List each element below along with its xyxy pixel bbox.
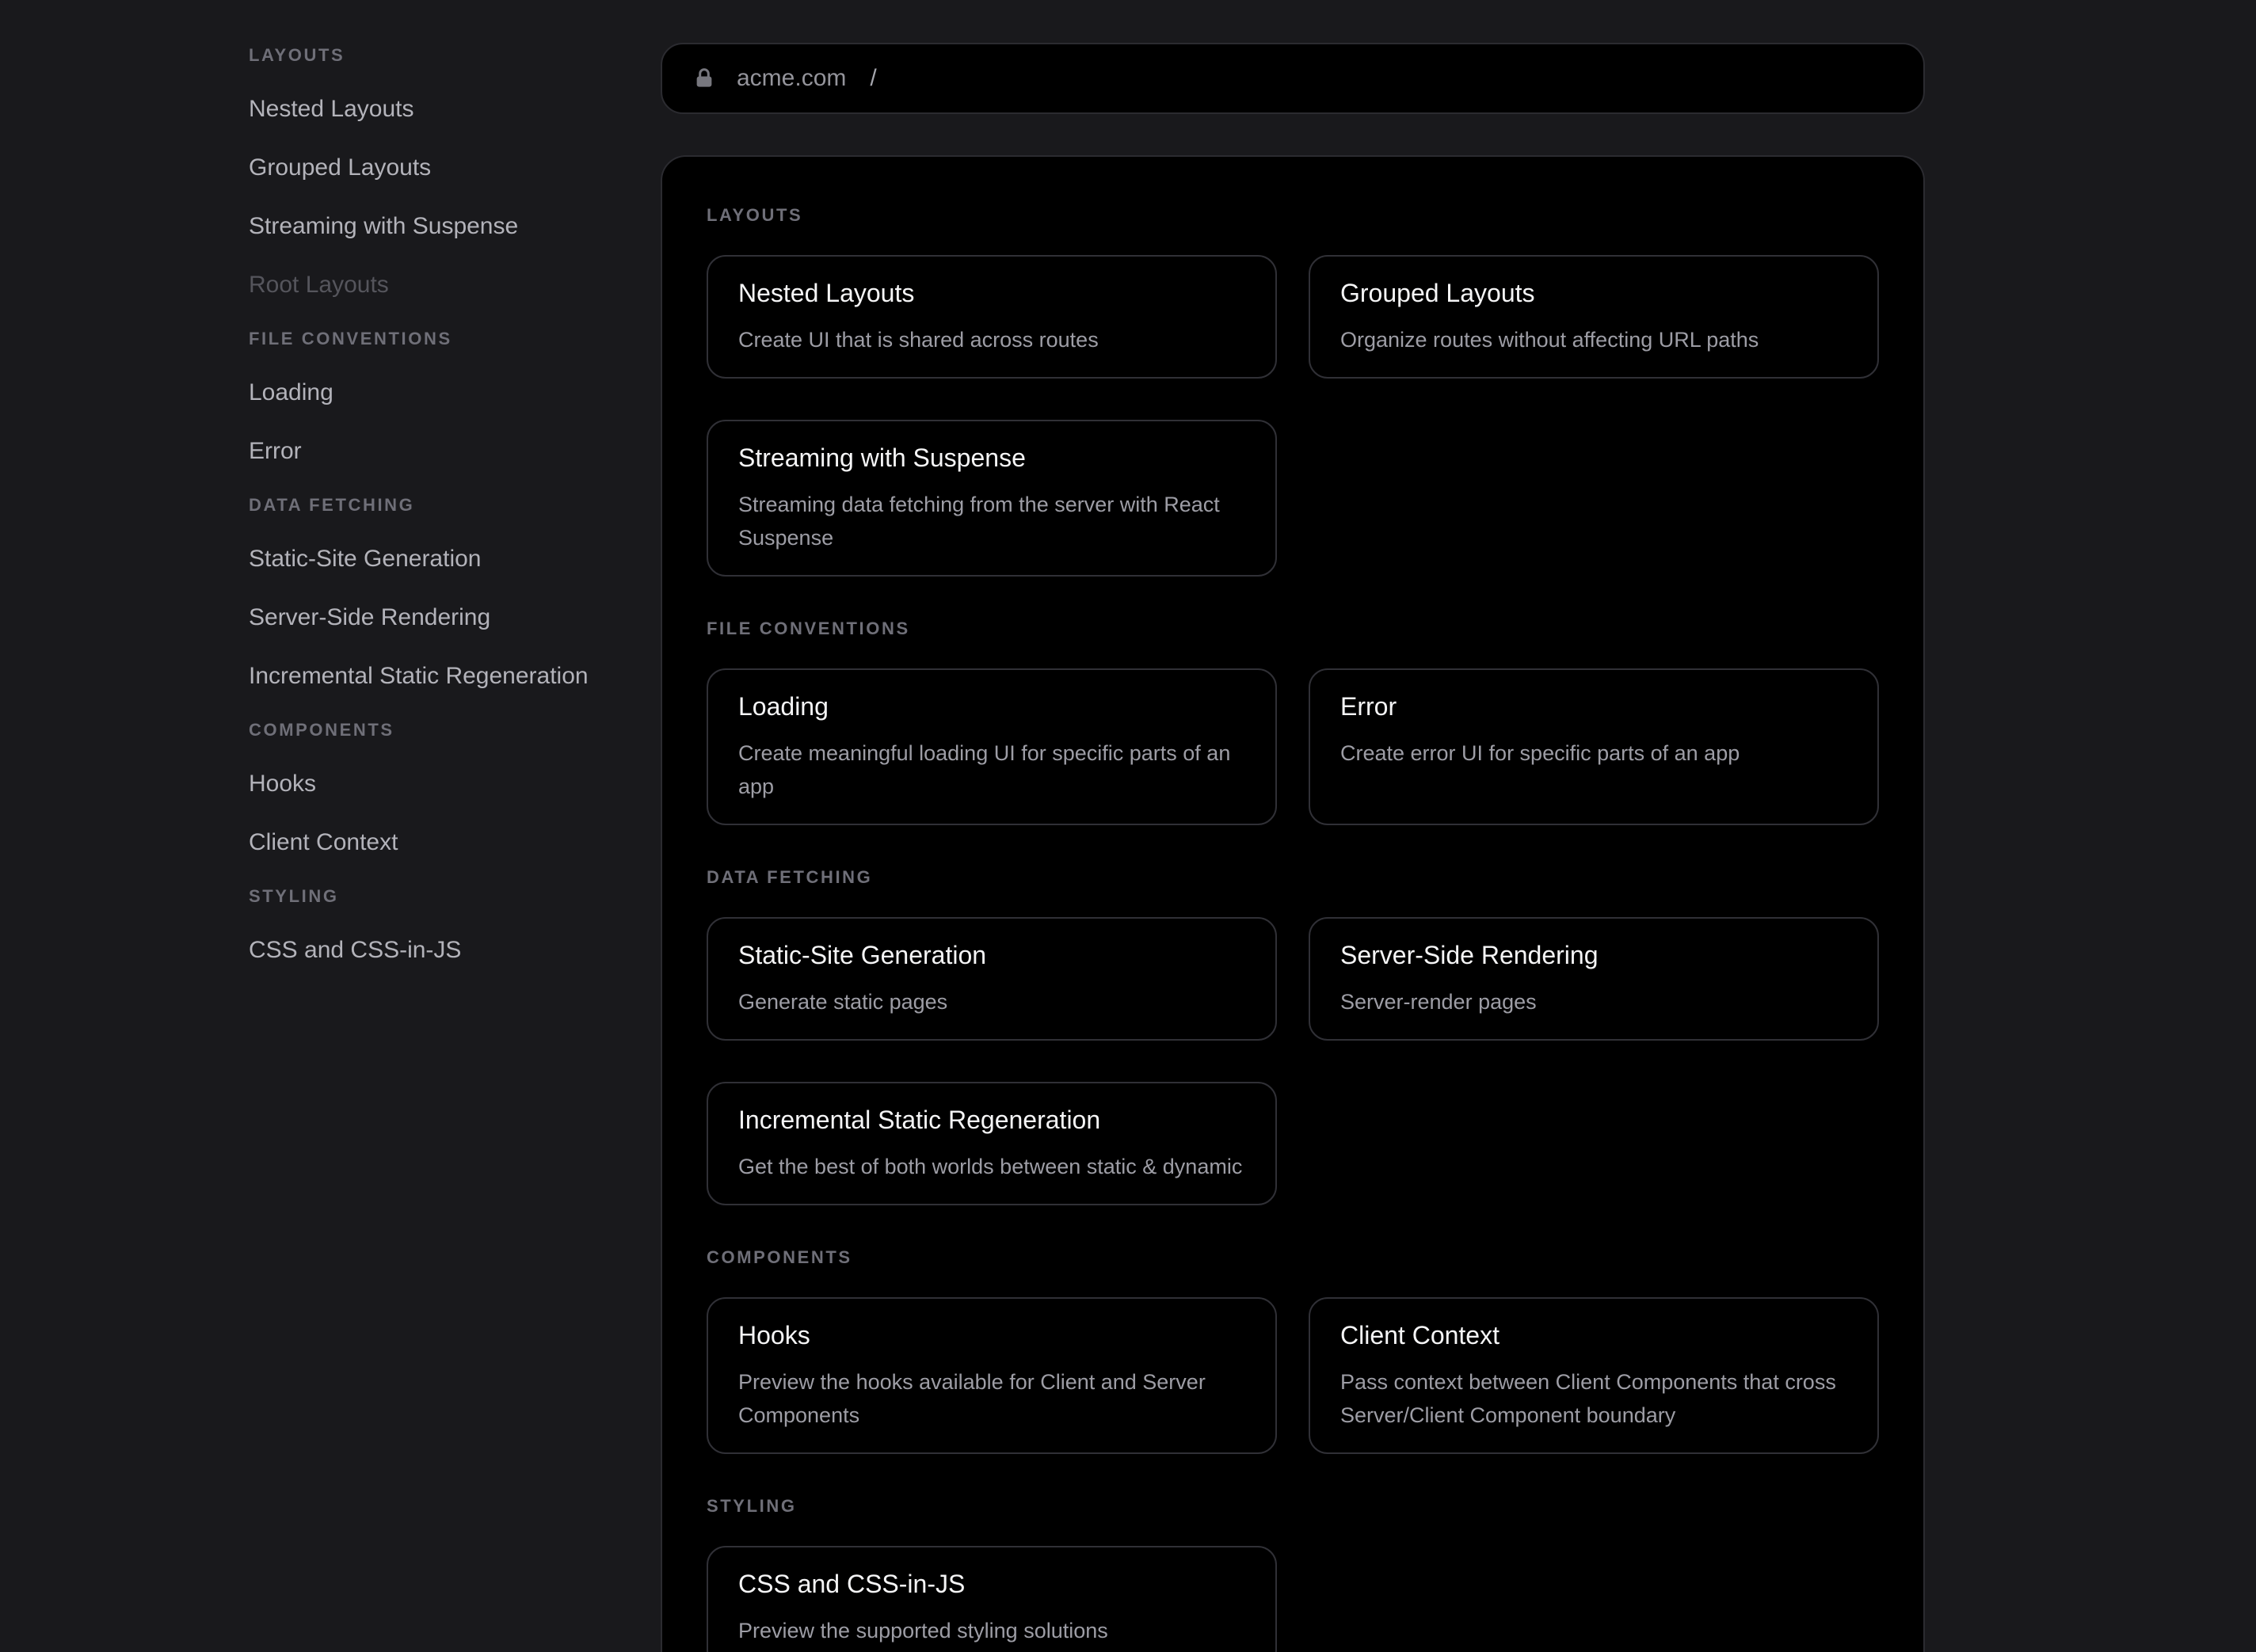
card-description: Create error UI for specific parts of an… [1340, 737, 1847, 770]
card-title: Client Context [1340, 1318, 1847, 1353]
sidebar-section-components-label: COMPONENTS [249, 719, 661, 741]
card-hooks[interactable]: Hooks Preview the hooks available for Cl… [707, 1297, 1277, 1454]
sidebar-section-file-conventions: FILE CONVENTIONS Loading Error [249, 328, 661, 467]
sidebar-item-server-side-rendering[interactable]: Server-Side Rendering [249, 602, 661, 634]
card-title: Nested Layouts [738, 276, 1245, 310]
card-title: Grouped Layouts [1340, 276, 1847, 310]
card-description: Preview the hooks available for Client a… [738, 1365, 1245, 1432]
layouts-card-grid: Nested Layouts Create UI that is shared … [707, 255, 1879, 577]
card-title: Static-Site Generation [738, 938, 1245, 973]
card-description: Generate static pages [738, 985, 1245, 1018]
address-domain: acme.com [737, 65, 846, 92]
card-server-side-rendering[interactable]: Server-Side Rendering Server-render page… [1309, 917, 1879, 1041]
sidebar-section-data-fetching: DATA FETCHING Static-Site Generation Ser… [249, 494, 661, 692]
card-description: Get the best of both worlds between stat… [738, 1150, 1245, 1183]
card-title: Hooks [738, 1318, 1245, 1353]
main-section-styling-label: STYLING [707, 1495, 1879, 1517]
main-section-components: COMPONENTS Hooks Preview the hooks avail… [707, 1247, 1879, 1454]
lock-icon [692, 66, 716, 91]
main-section-layouts: LAYOUTS Nested Layouts Create UI that is… [707, 204, 1879, 577]
card-incremental-static-regeneration[interactable]: Incremental Static Regeneration Get the … [707, 1082, 1277, 1205]
card-nested-layouts[interactable]: Nested Layouts Create UI that is shared … [707, 255, 1277, 379]
sidebar-item-grouped-layouts[interactable]: Grouped Layouts [249, 152, 661, 184]
card-description: Create meaningful loading UI for specifi… [738, 737, 1245, 803]
browser-address-bar: acme.com / [661, 43, 1925, 114]
styling-card-grid: CSS and CSS-in-JS Preview the supported … [707, 1546, 1879, 1652]
sidebar-item-incremental-static-regeneration[interactable]: Incremental Static Regeneration [249, 660, 661, 692]
main-section-components-label: COMPONENTS [707, 1247, 1879, 1269]
main-section-data-fetching: DATA FETCHING Static-Site Generation Gen… [707, 866, 1879, 1205]
card-static-site-generation[interactable]: Static-Site Generation Generate static p… [707, 917, 1277, 1041]
main-column: acme.com / LAYOUTS Nested Layouts Create… [661, 0, 1925, 1652]
sidebar-item-streaming-with-suspense[interactable]: Streaming with Suspense [249, 211, 661, 242]
app-root: LAYOUTS Nested Layouts Grouped Layouts S… [0, 0, 2256, 1652]
sidebar-item-nested-layouts[interactable]: Nested Layouts [249, 93, 661, 125]
sidebar-item-root-layouts: Root Layouts [249, 269, 661, 301]
card-css-and-css-in-js[interactable]: CSS and CSS-in-JS Preview the supported … [707, 1546, 1277, 1652]
card-client-context[interactable]: Client Context Pass context between Clie… [1309, 1297, 1879, 1454]
main-section-file-conventions-label: FILE CONVENTIONS [707, 618, 1879, 640]
main-section-data-fetching-label: DATA FETCHING [707, 866, 1879, 889]
file-conventions-card-grid: Loading Create meaningful loading UI for… [707, 668, 1879, 825]
card-description: Server-render pages [1340, 985, 1847, 1018]
sidebar-item-loading[interactable]: Loading [249, 377, 661, 409]
card-description: Create UI that is shared across routes [738, 323, 1245, 356]
sidebar-item-static-site-generation[interactable]: Static-Site Generation [249, 543, 661, 575]
sidebar-section-file-conventions-label: FILE CONVENTIONS [249, 328, 661, 350]
sidebar-section-styling: STYLING CSS and CSS-in-JS [249, 885, 661, 966]
card-title: CSS and CSS-in-JS [738, 1566, 1245, 1601]
card-description: Organize routes without affecting URL pa… [1340, 323, 1847, 356]
card-title: Server-Side Rendering [1340, 938, 1847, 973]
components-card-grid: Hooks Preview the hooks available for Cl… [707, 1297, 1879, 1454]
card-description: Streaming data fetching from the server … [738, 488, 1245, 554]
main-section-styling: STYLING CSS and CSS-in-JS Preview the su… [707, 1495, 1879, 1652]
card-grouped-layouts[interactable]: Grouped Layouts Organize routes without … [1309, 255, 1879, 379]
main-section-layouts-label: LAYOUTS [707, 204, 1879, 226]
main-section-file-conventions: FILE CONVENTIONS Loading Create meaningf… [707, 618, 1879, 825]
content-panel: LAYOUTS Nested Layouts Create UI that is… [661, 155, 1925, 1652]
data-fetching-card-grid: Static-Site Generation Generate static p… [707, 917, 1879, 1205]
sidebar-section-components: COMPONENTS Hooks Client Context [249, 719, 661, 858]
card-loading[interactable]: Loading Create meaningful loading UI for… [707, 668, 1277, 825]
sidebar-section-layouts-label: LAYOUTS [249, 44, 661, 67]
sidebar: LAYOUTS Nested Layouts Grouped Layouts S… [0, 0, 661, 993]
sidebar-item-hooks[interactable]: Hooks [249, 768, 661, 800]
card-title: Loading [738, 689, 1245, 724]
card-title: Incremental Static Regeneration [738, 1102, 1245, 1137]
card-description: Pass context between Client Components t… [1340, 1365, 1847, 1432]
card-title: Streaming with Suspense [738, 440, 1245, 475]
sidebar-section-styling-label: STYLING [249, 885, 661, 908]
sidebar-section-layouts: LAYOUTS Nested Layouts Grouped Layouts S… [249, 44, 661, 301]
card-error[interactable]: Error Create error UI for specific parts… [1309, 668, 1879, 825]
card-description: Preview the supported styling solutions [738, 1614, 1245, 1647]
sidebar-item-css-and-css-in-js[interactable]: CSS and CSS-in-JS [249, 934, 661, 966]
address-path: / [870, 65, 876, 92]
sidebar-section-data-fetching-label: DATA FETCHING [249, 494, 661, 516]
sidebar-item-error[interactable]: Error [249, 436, 661, 467]
card-title: Error [1340, 689, 1847, 724]
card-streaming-with-suspense[interactable]: Streaming with Suspense Streaming data f… [707, 420, 1277, 577]
sidebar-item-client-context[interactable]: Client Context [249, 827, 661, 858]
